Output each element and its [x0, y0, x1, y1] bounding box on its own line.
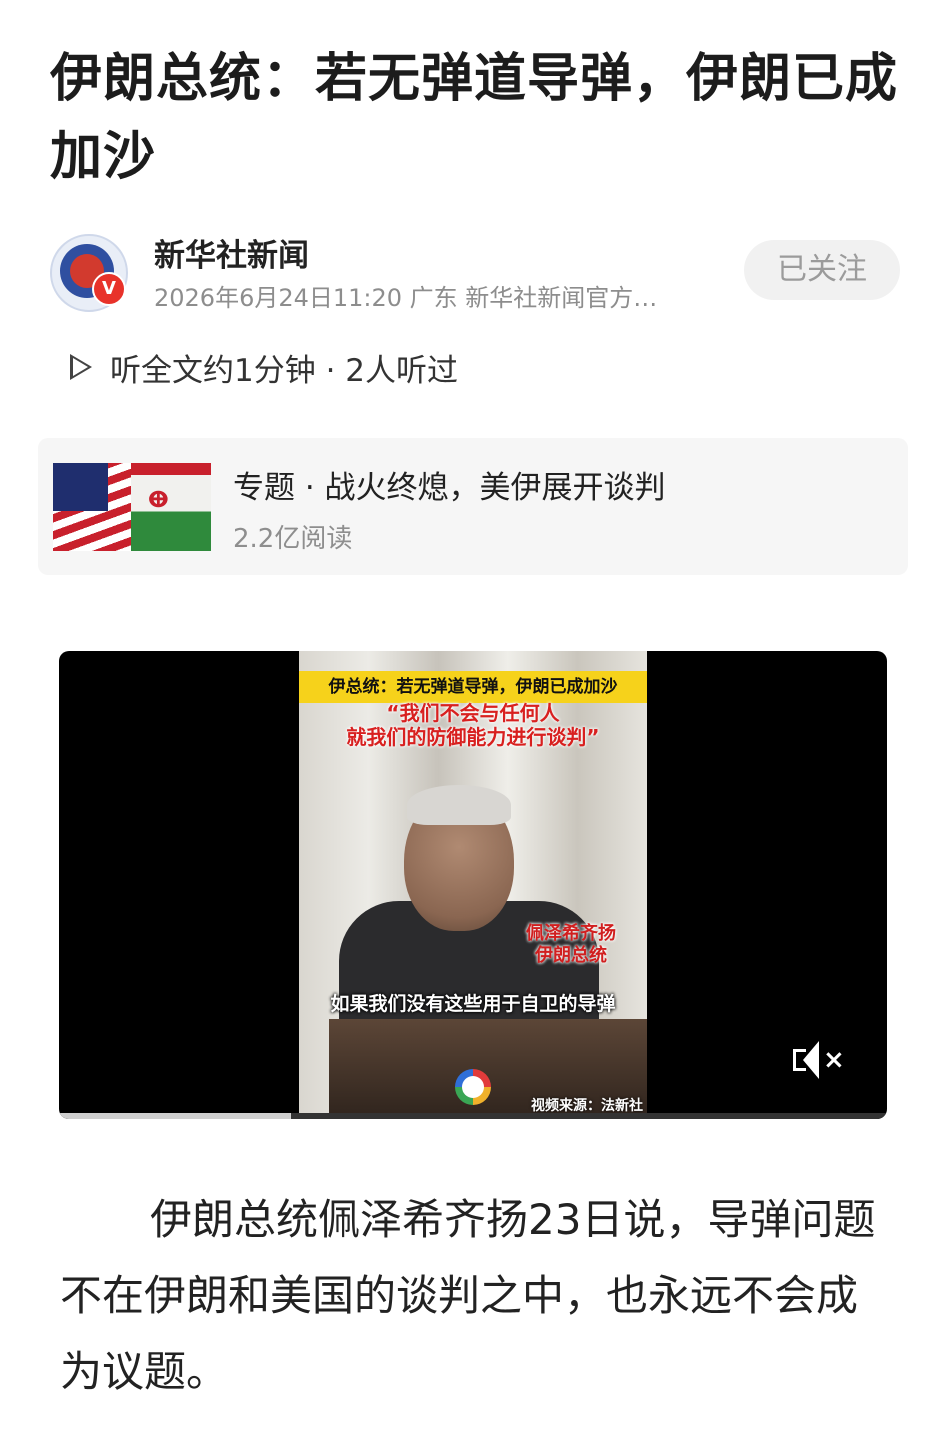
video-quote-line1: “我们不会与任何人: [386, 701, 560, 725]
article-paragraph: 伊朗总统佩泽希齐扬23日说，导弹问题不在伊朗和美国的谈判之中，也永远不会成为议题…: [60, 1195, 876, 1396]
author-bar: V 新华社新闻 2026年6月24日11:20 广东 新华社新闻官方… 已关注: [50, 230, 900, 312]
video-progress-fill: [59, 1113, 291, 1119]
iran-flag-red-band: [131, 463, 211, 475]
speaker-name-label: 佩泽希齐扬 伊朗总统: [521, 923, 621, 967]
video-caption-top: 伊总统：若无弹道导弹，伊朗已成加沙: [299, 671, 647, 703]
topic-thumbnail: ⴲ: [53, 463, 211, 551]
speaker-name-line1: 佩泽希齐扬: [526, 923, 616, 944]
video-source: 视频来源：法新社: [531, 1098, 643, 1114]
channel-logo-icon: [455, 1069, 491, 1105]
speaker-hair: [407, 785, 511, 825]
mute-x-icon: ×: [823, 1045, 845, 1075]
topic-card[interactable]: ⴲ 专题 · 战火终熄，美伊展开谈判 2.2亿阅读: [38, 438, 908, 575]
video-player[interactable]: 伊总统：若无弹道导弹，伊朗已成加沙 “我们不会与任何人 就我们的防御能力进行谈判…: [59, 651, 887, 1119]
mute-button[interactable]: ×: [793, 1041, 845, 1081]
video-quote: “我们不会与任何人 就我们的防御能力进行谈判”: [299, 701, 647, 749]
iran-emblem-icon: ⴲ: [148, 488, 169, 513]
topic-read-count: 2.2亿阅读: [233, 524, 353, 554]
listen-label: 听全文约1分钟 · 2人听过: [110, 352, 459, 389]
article-title: 伊朗总统：若无弹道导弹，伊朗已成加沙: [50, 49, 899, 187]
listen-full-text[interactable]: 听全文约1分钟 · 2人听过: [70, 345, 458, 389]
play-icon: [70, 354, 92, 380]
verified-badge: V: [92, 272, 126, 306]
video-subtitle: 如果我们没有这些用于自卫的导弹: [330, 993, 616, 1015]
author-meta: 2026年6月24日11:20 广东 新华社新闻官方…: [154, 284, 658, 312]
video-progress-bar[interactable]: [59, 1113, 887, 1119]
video-quote-line2: 就我们的防御能力进行谈判”: [346, 725, 600, 749]
author-name[interactable]: 新华社新闻: [154, 230, 309, 275]
follow-button[interactable]: 已关注: [744, 240, 900, 300]
topic-title: 专题 · 战火终熄，美伊展开谈判: [233, 470, 666, 506]
speaker-name-line2: 伊朗总统: [535, 945, 607, 966]
speaker-cone: [803, 1041, 819, 1079]
video-frame: 伊总统：若无弹道导弹，伊朗已成加沙 “我们不会与任何人 就我们的防御能力进行谈判…: [299, 651, 647, 1119]
us-flag-canton: [53, 463, 108, 511]
iran-flag-image: [131, 463, 211, 551]
